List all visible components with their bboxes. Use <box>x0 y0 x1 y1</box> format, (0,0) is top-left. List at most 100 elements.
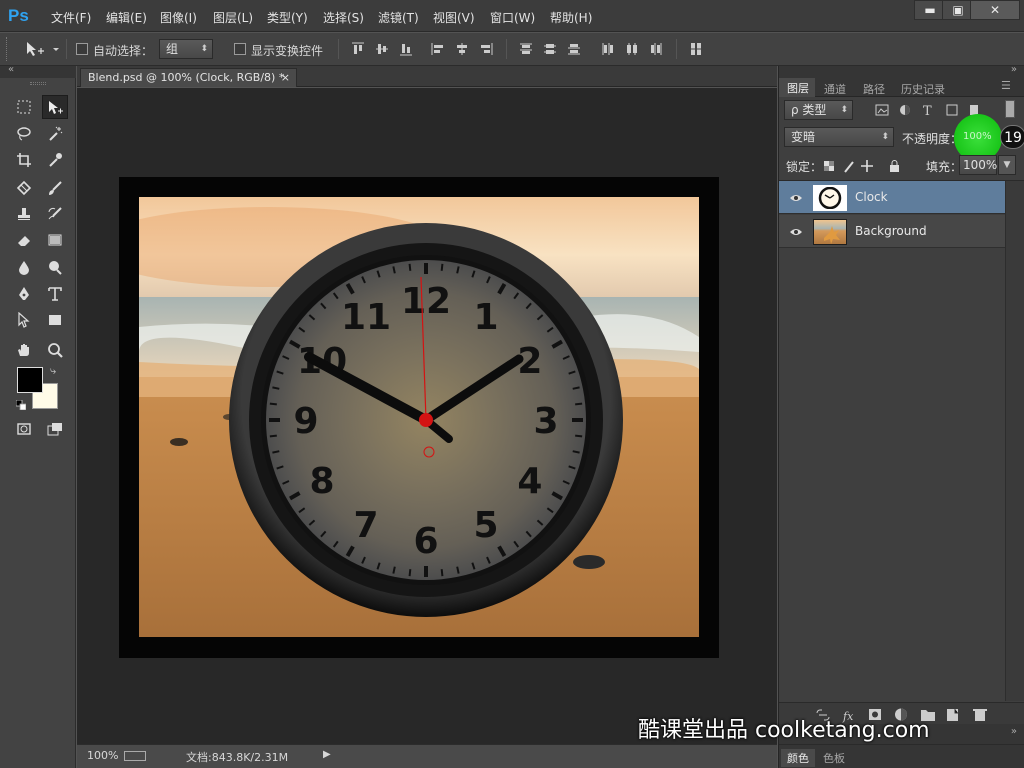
foreground-color-swatch[interactable] <box>17 367 43 393</box>
fill-dropdown-icon[interactable]: ▼ <box>998 155 1016 175</box>
fill-label: 填充： <box>926 160 963 174</box>
clock-number: 4 <box>517 461 542 502</box>
blend-mode-dropdown[interactable]: 变暗 ⬍ <box>784 127 894 147</box>
marquee-tool-icon[interactable] <box>11 95 37 119</box>
swap-colors-icon[interactable]: ⤷ <box>50 364 56 378</box>
zoom-level[interactable]: 100% <box>87 749 118 762</box>
distribute-left-icon[interactable] <box>600 41 616 57</box>
fill-input[interactable]: 100% <box>959 155 997 175</box>
blend-mode-value: 变暗 <box>791 130 816 144</box>
clock-minor-tick <box>392 266 396 274</box>
path-selection-icon[interactable] <box>11 308 37 332</box>
auto-align-icon[interactable] <box>688 41 704 57</box>
navigator-icon[interactable] <box>124 751 146 761</box>
menu-layer[interactable]: 图层(L) <box>213 9 253 26</box>
opacity-label: 不透明度： <box>902 132 963 146</box>
grip-handle[interactable] <box>6 37 9 61</box>
toolbox: « ⤷ <box>0 64 76 768</box>
menu-filter[interactable]: 滤镜(T) <box>378 9 419 26</box>
clock-number: 5 <box>473 505 498 546</box>
blur-tool-icon[interactable] <box>11 256 37 280</box>
distribute-top-icon[interactable] <box>518 41 534 57</box>
pen-tool-icon[interactable] <box>11 282 37 306</box>
show-transform-checkbox[interactable] <box>234 43 246 55</box>
crop-tool-icon[interactable] <box>11 148 37 172</box>
align-left-icon[interactable] <box>430 41 446 57</box>
distribute-vcenter-icon[interactable] <box>542 41 558 57</box>
distribute-right-icon[interactable] <box>648 41 664 57</box>
rectangle-tool-icon[interactable] <box>42 308 68 332</box>
tab-paths[interactable]: 路径 <box>863 81 885 97</box>
menu-image[interactable]: 图像(I) <box>160 9 197 26</box>
status-menu-arrow-icon[interactable]: ▶ <box>323 749 331 760</box>
toolbox-header[interactable]: « <box>0 64 76 78</box>
distribute-hcenter-icon[interactable] <box>624 41 640 57</box>
close-window-button[interactable]: ✕ <box>970 0 1020 20</box>
layers-scrollbar[interactable] <box>1005 181 1024 701</box>
lock-icons[interactable] <box>823 158 913 174</box>
auto-select-checkbox[interactable] <box>76 43 88 55</box>
healing-brush-icon[interactable] <box>11 176 37 200</box>
layer-row-background[interactable]: Background <box>779 215 1005 248</box>
default-colors-icon[interactable] <box>15 399 27 411</box>
tab-color[interactable]: 颜色 <box>781 749 815 767</box>
align-bottom-icon[interactable] <box>398 41 414 57</box>
menu-help[interactable]: 帮助(H) <box>550 9 592 26</box>
history-brush-icon[interactable] <box>42 202 68 226</box>
filter-toggle[interactable] <box>1005 100 1015 118</box>
auto-select-dropdown[interactable]: 组 ⬍ <box>159 39 213 59</box>
align-hcenter-icon[interactable] <box>454 41 470 57</box>
tab-history[interactable]: 历史记录 <box>901 81 945 97</box>
background-thumbnail <box>813 219 847 245</box>
clock-minor-tick <box>575 402 583 406</box>
align-right-icon[interactable] <box>478 41 494 57</box>
menu-type[interactable]: 类型(Y) <box>267 9 308 26</box>
tab-swatches[interactable]: 色板 <box>823 750 845 766</box>
panel-dock-header[interactable]: » <box>779 64 1024 78</box>
layer-filter-dropdown[interactable]: ρ 类型 ⬍ <box>784 100 853 120</box>
visibility-eye-icon[interactable] <box>789 225 803 239</box>
separator <box>506 39 507 59</box>
panel-menu-icon[interactable]: ☰ <box>1001 79 1011 92</box>
zoom-tool-icon[interactable] <box>42 338 68 362</box>
collapse-icon: » <box>1010 64 1017 75</box>
magic-wand-icon[interactable] <box>42 122 68 146</box>
menu-window[interactable]: 窗口(W) <box>490 9 535 26</box>
menu-view[interactable]: 视图(V) <box>433 9 475 26</box>
document-canvas[interactable]: 121234567891011 12 <box>119 177 719 658</box>
distribute-bottom-icon[interactable] <box>566 41 582 57</box>
gradient-tool-icon[interactable] <box>42 228 68 252</box>
close-tab-icon[interactable]: × <box>281 69 290 86</box>
eyedropper-icon[interactable] <box>42 148 68 172</box>
quick-mask-icon[interactable] <box>11 417 37 441</box>
eraser-tool-icon[interactable] <box>11 228 37 252</box>
document-tab[interactable]: Blend.psd @ 100% (Clock, RGB/8) * × <box>80 68 297 87</box>
clone-stamp-icon[interactable] <box>11 202 37 226</box>
menu-edit[interactable]: 编辑(E) <box>106 9 147 26</box>
tool-preset-picker[interactable] <box>24 39 64 59</box>
updown-icon: ⬍ <box>881 132 889 142</box>
layers-panel: » 图层 通道 路径 历史记录 ☰ ρ 类型 ⬍ T 变暗 ⬍ 不透明度： 100%… <box>778 64 1024 768</box>
align-top-icon[interactable] <box>350 41 366 57</box>
clock-number: 1 <box>473 297 498 338</box>
brush-tool-icon[interactable] <box>42 176 68 200</box>
menu-file[interactable]: 文件(F) <box>51 9 91 26</box>
lasso-tool-icon[interactable] <box>11 122 37 146</box>
tab-channels[interactable]: 通道 <box>824 81 846 97</box>
hand-tool-icon[interactable] <box>11 338 37 362</box>
clock-minor-tick <box>272 450 280 454</box>
layer-row-clock[interactable]: Clock <box>779 181 1005 214</box>
clock-minor-tick <box>456 566 460 574</box>
opacity-value[interactable]: 100% <box>963 131 992 142</box>
grip-handle[interactable] <box>30 82 46 85</box>
screen-mode-icon[interactable] <box>42 417 68 441</box>
menu-select[interactable]: 选择(S) <box>323 9 364 26</box>
move-tool-icon[interactable] <box>42 95 68 119</box>
collapse-icon: « <box>8 64 15 75</box>
visibility-eye-icon[interactable] <box>789 191 803 205</box>
type-tool-icon[interactable] <box>42 282 68 306</box>
align-vcenter-icon[interactable] <box>374 41 390 57</box>
fill-value: 100% <box>963 158 998 172</box>
tab-layers[interactable]: 图层 <box>779 78 815 97</box>
dodge-tool-icon[interactable] <box>42 256 68 280</box>
